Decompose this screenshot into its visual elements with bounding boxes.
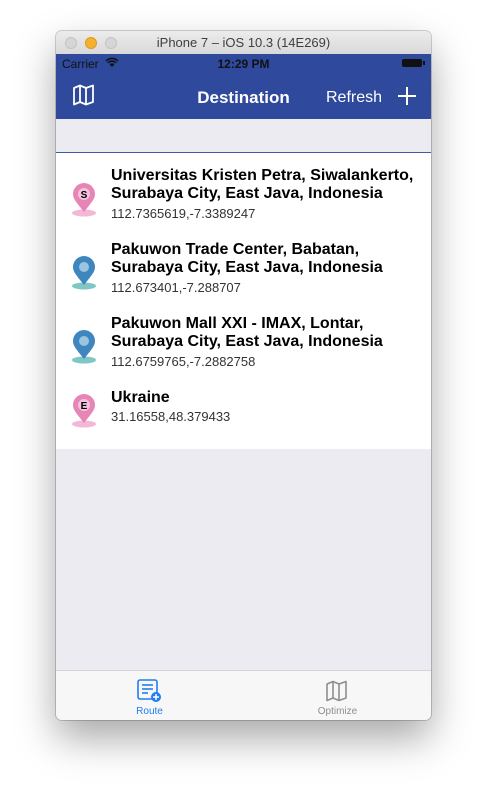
tab-route[interactable]: Route	[56, 671, 243, 720]
window-title: iPhone 7 – iOS 10.3 (14E269)	[156, 35, 331, 50]
location-pin-icon	[72, 256, 96, 290]
destination-coords: 112.673401,-7.288707	[111, 280, 241, 295]
simulator-window: iPhone 7 – iOS 10.3 (14E269) Carrier 12:…	[56, 31, 431, 720]
window-titlebar: iPhone 7 – iOS 10.3 (14E269)	[56, 31, 431, 55]
refresh-button[interactable]: Refresh	[326, 89, 382, 107]
location-pin-icon	[72, 330, 96, 364]
destination-coords: 112.7365619,-7.3389247	[111, 206, 256, 221]
search-bar-area[interactable]	[56, 119, 431, 153]
navigation-bar: Carrier 12:29 PM Destination Refresh	[56, 54, 431, 119]
tab-label: Optimize	[317, 706, 358, 717]
destination-coords: 31.16558,48.379433	[111, 409, 231, 424]
list-item[interactable]: Pakuwon Trade Center, Babatan, Surabaya …	[56, 241, 431, 311]
list-item[interactable]: Pakuwon Mall XXI - IMAX, Lontar, Surabay…	[56, 315, 431, 385]
end-marker-icon: E	[72, 394, 96, 428]
marker-letter: S	[81, 190, 88, 201]
status-bar: Carrier 12:29 PM	[56, 54, 431, 74]
destination-coords: 112.6759765,-7.2882758	[111, 354, 256, 369]
destination-title: Universitas Kristen Petra, Siwalankerto,…	[111, 167, 414, 202]
list-item[interactable]: E Ukraine 31.16558,48.379433	[56, 389, 431, 439]
list-item[interactable]: S Universitas Kristen Petra, Siwalankert…	[56, 167, 431, 237]
destination-list: S Universitas Kristen Petra, Siwalankert…	[56, 153, 431, 449]
tab-optimize[interactable]: Optimize	[244, 671, 431, 720]
destination-title: Pakuwon Mall XXI - IMAX, Lontar, Surabay…	[111, 315, 383, 350]
tab-bar: Route Optimize	[56, 670, 431, 720]
map-icon	[326, 680, 347, 702]
destination-title: Pakuwon Trade Center, Babatan, Surabaya …	[111, 241, 383, 276]
marker-letter: E	[81, 401, 88, 412]
destination-title: Ukraine	[111, 389, 170, 406]
battery-icon	[402, 59, 425, 67]
route-list-icon	[137, 679, 161, 702]
add-icon[interactable]	[396, 85, 418, 107]
start-marker-icon: S	[72, 183, 96, 217]
tab-label: Route	[136, 706, 163, 717]
status-time: 12:29 PM	[217, 57, 270, 71]
